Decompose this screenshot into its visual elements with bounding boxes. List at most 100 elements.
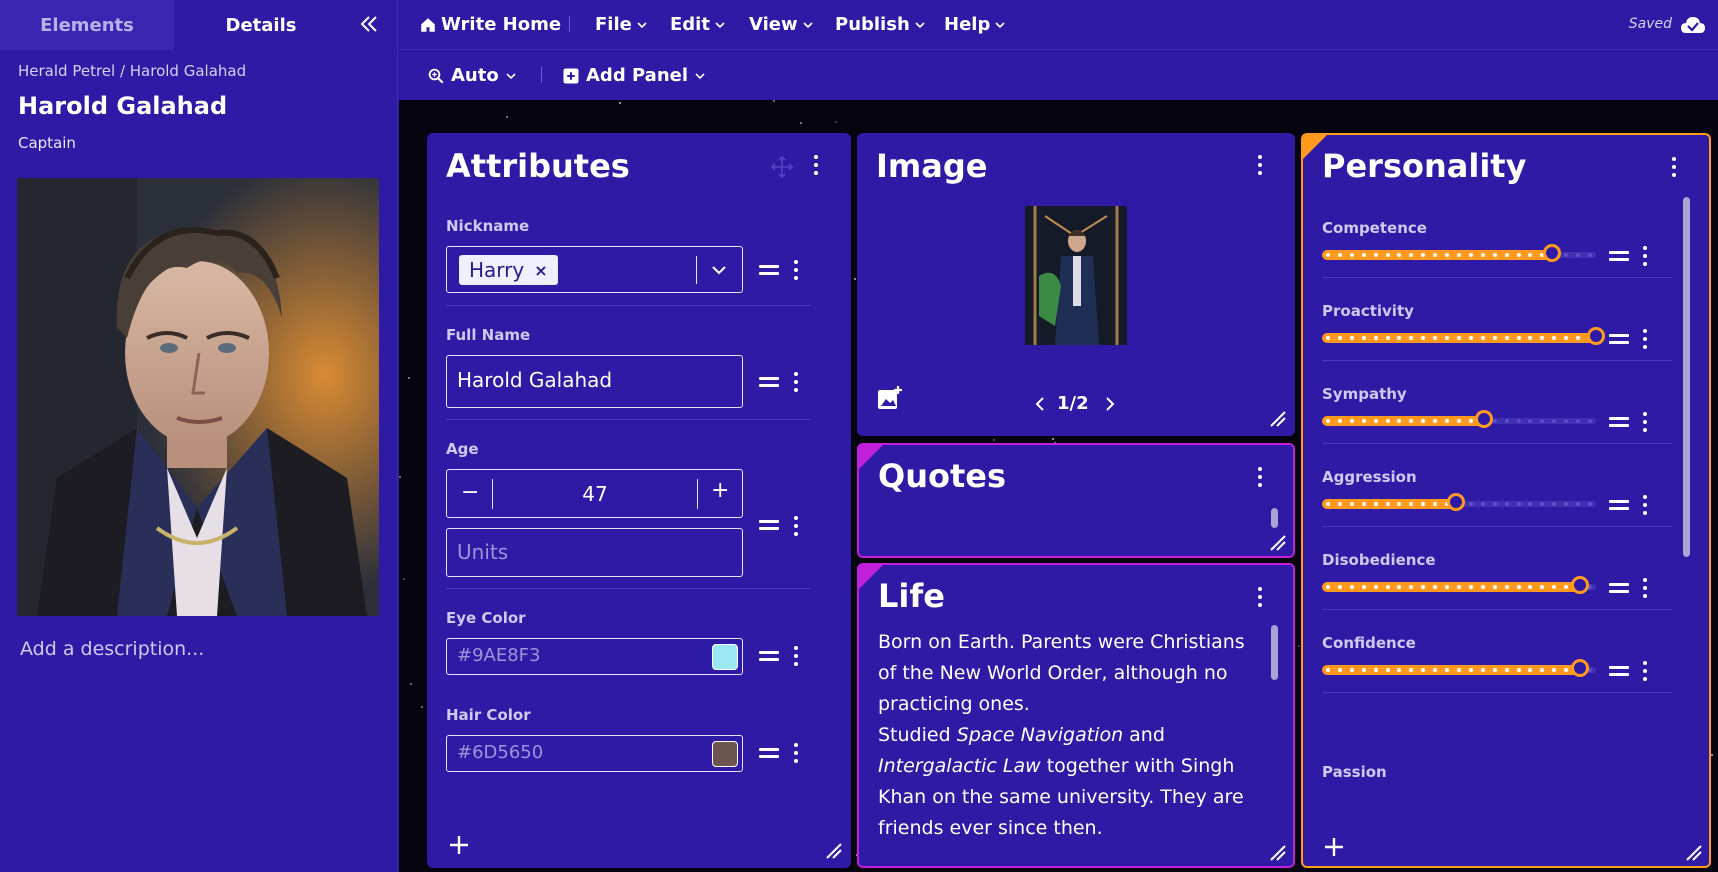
attributes-menu-icon[interactable] [813, 155, 819, 175]
chevron-down-icon [915, 21, 925, 28]
slider-thumb[interactable] [1474, 410, 1493, 428]
trait-slider[interactable] [1322, 410, 1596, 428]
nickname-select[interactable]: Harry × [446, 246, 743, 293]
trait-menu-icon[interactable] [1642, 246, 1648, 266]
slider-thumb[interactable] [1447, 493, 1466, 511]
slider-thumb[interactable] [1570, 659, 1589, 677]
drag-handle-icon[interactable] [1609, 583, 1629, 593]
cloud-check-icon [1681, 17, 1705, 33]
hair-color-label: Hair Color [446, 706, 531, 724]
trait-slider[interactable] [1322, 576, 1596, 594]
zoom-icon [428, 68, 444, 83]
add-description-input[interactable]: Add a description... [20, 638, 204, 660]
drag-handle-icon[interactable] [759, 651, 779, 661]
row-divider [446, 419, 811, 420]
move-icon[interactable] [770, 155, 794, 179]
life-scrollbar[interactable] [1271, 625, 1278, 680]
add-panel-dropdown[interactable]: Add Panel [562, 65, 706, 86]
resize-handle-icon[interactable] [1269, 410, 1287, 428]
decrement-icon[interactable]: − [461, 480, 479, 505]
chevron-right-icon[interactable] [1105, 397, 1115, 411]
quotes-scrollbar[interactable] [1271, 508, 1278, 528]
trait-slider[interactable] [1322, 327, 1605, 345]
field-menu-icon[interactable] [793, 516, 799, 536]
panel-canvas: Attributes Nickname Harry × Full Name Ha… [399, 100, 1718, 872]
drag-handle-icon[interactable] [1609, 251, 1629, 261]
tab-details[interactable]: Details [174, 0, 348, 50]
trait-menu-icon[interactable] [1642, 495, 1648, 515]
menu-publish[interactable]: Publish [835, 14, 926, 35]
life-menu-icon[interactable] [1257, 587, 1263, 607]
image-thumbnail[interactable] [1025, 206, 1127, 345]
star [408, 377, 410, 379]
increment-icon[interactable]: + [711, 478, 729, 503]
image-menu-icon[interactable] [1257, 155, 1263, 175]
personality-scrollbar[interactable] [1683, 197, 1690, 557]
menu-view[interactable]: View [749, 14, 814, 35]
trait-menu-icon[interactable] [1642, 412, 1648, 432]
add-field-icon[interactable] [449, 835, 469, 855]
tab-elements[interactable]: Elements [0, 0, 174, 50]
write-home-link[interactable]: Write Home [419, 14, 561, 35]
life-text[interactable]: Born on Earth. Parents were Christians o… [878, 627, 1258, 844]
add-image-icon[interactable] [877, 385, 903, 411]
drag-handle-icon[interactable] [1609, 334, 1629, 344]
personality-menu-icon[interactable] [1671, 157, 1677, 177]
toolbar: Auto Add Panel [399, 51, 1718, 100]
menu-help[interactable]: Help [944, 14, 1006, 35]
trait-label: Disobedience [1322, 551, 1436, 569]
field-menu-icon[interactable] [793, 372, 799, 392]
add-trait-icon[interactable] [1324, 837, 1344, 857]
slider-thumb[interactable] [1570, 576, 1589, 594]
trait-slider[interactable] [1322, 659, 1596, 677]
fullname-input[interactable]: Harold Galahad [446, 355, 743, 408]
menu-edit[interactable]: Edit [670, 14, 726, 35]
menu-file[interactable]: File [595, 14, 648, 35]
field-menu-icon[interactable] [793, 743, 799, 763]
menubar: Write Home File Edit View Publish Help S… [399, 0, 1718, 50]
age-stepper[interactable]: − 47 + [446, 469, 743, 518]
life-text-run: Studied [878, 724, 957, 746]
select-divider [696, 256, 697, 284]
units-input[interactable]: Units [446, 528, 743, 577]
chevron-left-icon[interactable] [1035, 397, 1045, 411]
hair-color-swatch[interactable] [712, 741, 738, 767]
trait-menu-icon[interactable] [1642, 661, 1648, 681]
drag-handle-icon[interactable] [1609, 666, 1629, 676]
character-role[interactable]: Captain [18, 134, 76, 152]
field-menu-icon[interactable] [793, 260, 799, 280]
nickname-label: Nickname [446, 217, 530, 235]
menu-view-label: View [749, 14, 798, 35]
sidebar: Elements Details Herald Petrel / Harold … [0, 0, 398, 872]
zoom-dropdown[interactable]: Auto [427, 65, 517, 86]
drag-handle-icon[interactable] [759, 265, 779, 275]
field-menu-icon[interactable] [793, 646, 799, 666]
age-value[interactable]: 47 [493, 482, 697, 506]
breadcrumb[interactable]: Herald Petrel / Harold Galahad [18, 62, 246, 80]
hair-color-input[interactable]: #6D5650 [446, 735, 743, 772]
trait-slider[interactable] [1322, 244, 1596, 262]
drag-handle-icon[interactable] [1609, 417, 1629, 427]
resize-handle-icon[interactable] [1685, 844, 1703, 862]
resize-handle-icon[interactable] [1269, 534, 1287, 552]
drag-handle-icon[interactable] [759, 748, 779, 758]
chevron-down-icon[interactable] [711, 262, 727, 278]
eye-color-swatch[interactable] [712, 644, 738, 670]
character-name[interactable]: Harold Galahad [18, 92, 227, 120]
eye-color-input[interactable]: #9AE8F3 [446, 638, 743, 675]
trait-menu-icon[interactable] [1642, 578, 1648, 598]
slider-thumb[interactable] [1587, 327, 1605, 345]
save-status: Saved [1628, 16, 1672, 32]
quotes-menu-icon[interactable] [1257, 467, 1263, 487]
drag-handle-icon[interactable] [1609, 500, 1629, 510]
resize-handle-icon[interactable] [825, 842, 843, 860]
remove-tag-icon[interactable]: × [534, 261, 547, 280]
slider-thumb[interactable] [1543, 244, 1562, 262]
drag-handle-icon[interactable] [759, 520, 779, 530]
drag-handle-icon[interactable] [759, 377, 779, 387]
character-portrait[interactable] [17, 178, 379, 616]
trait-menu-icon[interactable] [1642, 329, 1648, 349]
resize-handle-icon[interactable] [1269, 844, 1287, 862]
trait-slider[interactable] [1322, 493, 1596, 511]
collapse-sidebar-icon[interactable] [357, 12, 381, 36]
